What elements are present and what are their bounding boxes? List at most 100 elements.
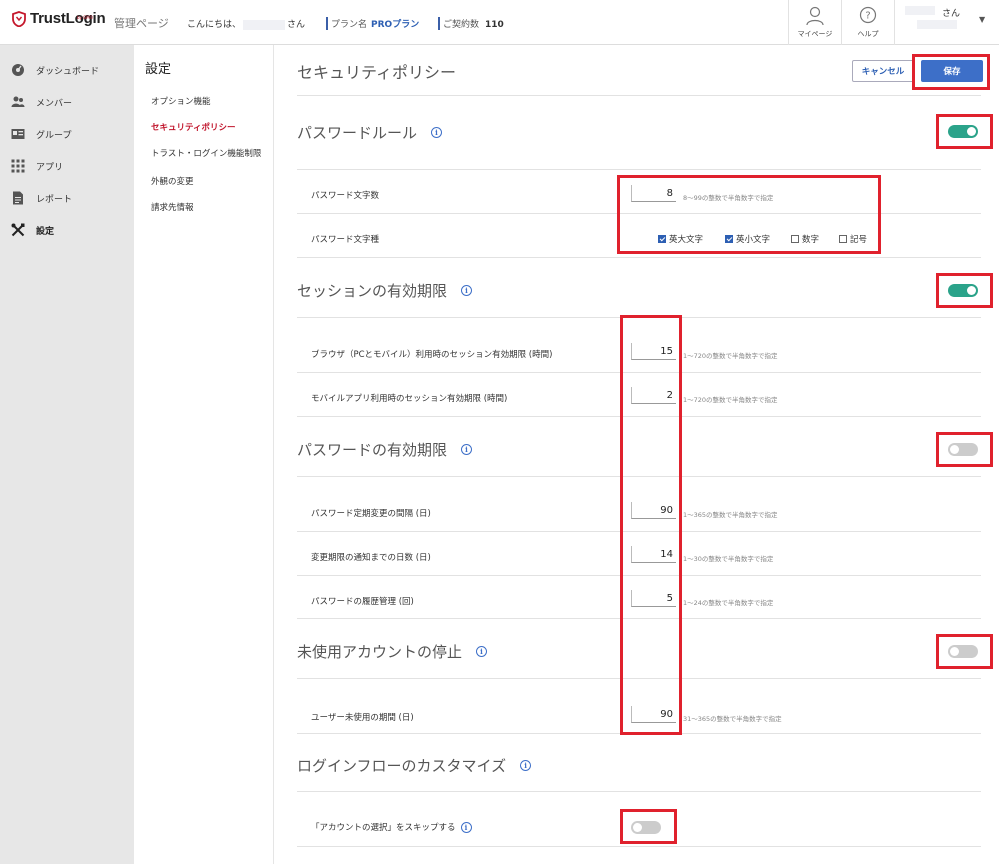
checkbox-box[interactable] — [725, 235, 733, 243]
info-icon[interactable]: i — [461, 444, 473, 455]
session-toggle[interactable] — [948, 284, 978, 297]
browser-session-input[interactable] — [631, 343, 676, 360]
checkbox-box[interactable] — [839, 235, 847, 243]
section-title-text: ログインフローのカスタマイズ — [297, 757, 507, 775]
info-icon[interactable]: i — [431, 127, 443, 138]
svg-text:?: ? — [865, 11, 870, 22]
plan-label: プラン名 — [331, 20, 368, 30]
divider — [297, 372, 981, 373]
password-history-input[interactable] — [631, 590, 676, 607]
sidebar-item-group[interactable]: グループ — [0, 119, 134, 149]
expiry-notice-input[interactable] — [631, 546, 676, 563]
redacted-username — [243, 19, 286, 30]
help-button[interactable]: ? ヘルプ — [841, 0, 894, 45]
checkbox-digits[interactable]: 数字 — [791, 233, 819, 245]
password-length-hint: 8～99の整数で半角数字で指定 — [683, 194, 774, 202]
section-title-password-rule: パスワードルール i — [297, 122, 443, 143]
sidebar-item-label: グループ — [36, 130, 72, 141]
divider — [297, 531, 981, 532]
unused-period-hint: 31～365の整数で半角数字で指定 — [683, 715, 782, 723]
divider — [297, 257, 981, 258]
divider — [297, 733, 981, 734]
skip-account-select-label: 「アカウントの選択」をスキップする — [311, 823, 456, 833]
divider — [297, 575, 981, 576]
checkbox-uppercase[interactable]: 英大文字 — [658, 233, 703, 245]
help-icon: ? — [859, 6, 877, 24]
divider — [297, 618, 981, 619]
section-title-text: セッションの有効期限 — [297, 282, 448, 300]
toggle-knob — [633, 823, 642, 832]
divider — [297, 791, 981, 792]
password-interval-input[interactable] — [631, 502, 676, 519]
browser-session-label: ブラウザ（PCとモバイル）利用時のセッション有効期限 (時間) — [311, 350, 553, 360]
toggle-knob — [967, 127, 976, 136]
contract-value: 110 — [485, 20, 504, 30]
mobile-session-hint: 1～720の整数で半角数字で指定 — [683, 396, 778, 404]
mypage-button[interactable]: マイページ — [788, 0, 841, 45]
apps-icon — [11, 159, 25, 173]
subnav-item-feature-restriction[interactable]: トラスト・ログイン機能制限 — [151, 147, 261, 159]
sidebar-item-members[interactable]: メンバー — [0, 87, 134, 117]
report-icon — [13, 191, 23, 205]
subnav-item-billing[interactable]: 請求先情報 — [151, 201, 194, 213]
settings-subnav: 設定 オプション機能 セキュリティポリシー トラスト・ログイン機能制限 外観の変… — [134, 45, 274, 864]
divider — [297, 317, 981, 318]
section-title-login-flow: ログインフローのカスタマイズ i — [297, 755, 532, 776]
section-title-password-expiry: パスワードの有効期限 i — [297, 439, 473, 460]
top-header: TrustLogin by GMO 管理ページ こんにちは、 さん プラン名 PRO… — [0, 0, 999, 45]
sidebar-item-label: 設定 — [36, 226, 55, 237]
page-title: セキュリティポリシー — [297, 63, 457, 82]
checkbox-lowercase[interactable]: 英小文字 — [725, 233, 770, 245]
info-icon[interactable]: i — [520, 760, 532, 771]
contract-info: ご契約数 110 — [438, 17, 504, 30]
toggle-knob — [950, 445, 959, 454]
browser-session-hint: 1～720の整数で半角数字で指定 — [683, 352, 778, 360]
expiry-notice-label: 変更期限の通知までの日数 (日) — [311, 553, 431, 563]
save-button[interactable]: 保存 — [921, 60, 983, 82]
subnav-item-appearance[interactable]: 外観の変更 — [151, 175, 194, 187]
info-icon[interactable]: i — [476, 646, 488, 657]
unused-period-input[interactable] — [631, 706, 676, 723]
sidebar-item-label: ダッシュボード — [36, 66, 100, 77]
section-title-unused-account: 未使用アカウントの停止 i — [297, 641, 488, 662]
logo-sub: by GMO — [77, 15, 93, 20]
help-label: ヘルプ — [857, 30, 879, 38]
highlight-numeric-fields — [620, 315, 682, 735]
greeting-prefix: こんにちは、 — [187, 20, 242, 30]
password-types-label: パスワード文字種 — [311, 235, 380, 245]
left-sidebar: ダッシュボード メンバー グループ アプリ レポート 設定 — [0, 45, 134, 864]
info-icon[interactable]: i — [460, 821, 472, 833]
expiry-notice-hint: 1～30の整数で半角数字で指定 — [683, 555, 774, 563]
unused-account-toggle[interactable] — [948, 645, 978, 658]
password-rule-toggle[interactable] — [948, 125, 978, 138]
password-interval-hint: 1～365の整数で半角数字で指定 — [683, 511, 778, 519]
caret-down-icon[interactable]: ▼ — [979, 15, 985, 24]
password-expiry-toggle[interactable] — [948, 443, 978, 456]
skip-account-select-toggle[interactable] — [631, 821, 661, 834]
logo-text: TrustLogin — [30, 10, 106, 27]
section-title-text: パスワードルール — [297, 124, 418, 142]
checkbox-box[interactable] — [658, 235, 666, 243]
main-content: セキュリティポリシー キャンセル 保存 パスワードルール i パスワード文字数 … — [274, 45, 999, 864]
unused-period-label: ユーザー未使用の期間 (日) — [311, 713, 414, 723]
subnav-item-security-policy[interactable]: セキュリティポリシー — [151, 121, 236, 133]
password-length-input[interactable] — [631, 185, 676, 202]
info-icon[interactable]: i — [461, 285, 473, 296]
checkbox-label: 数字 — [802, 235, 820, 245]
sidebar-item-apps[interactable]: アプリ — [0, 151, 134, 181]
mobile-session-input[interactable] — [631, 387, 676, 404]
checkbox-box[interactable] — [791, 235, 799, 243]
sidebar-item-dashboard[interactable]: ダッシュボード — [0, 55, 134, 85]
subnav-item-options[interactable]: オプション機能 — [151, 95, 211, 107]
section-title-text: 未使用アカウントの停止 — [297, 643, 463, 661]
sidebar-item-report[interactable]: レポート — [0, 183, 134, 213]
subnav-title: 設定 — [145, 62, 172, 77]
cancel-button[interactable]: キャンセル — [852, 60, 914, 82]
checkbox-symbols[interactable]: 記号 — [839, 233, 867, 245]
sidebar-item-label: メンバー — [36, 98, 73, 109]
toggle-knob — [967, 286, 976, 295]
sidebar-item-label: レポート — [36, 194, 73, 205]
sidebar-item-settings[interactable]: 設定 — [0, 215, 134, 245]
checkbox-label: 英小文字 — [736, 235, 771, 245]
user-menu[interactable]: さん ▼ — [894, 0, 999, 45]
